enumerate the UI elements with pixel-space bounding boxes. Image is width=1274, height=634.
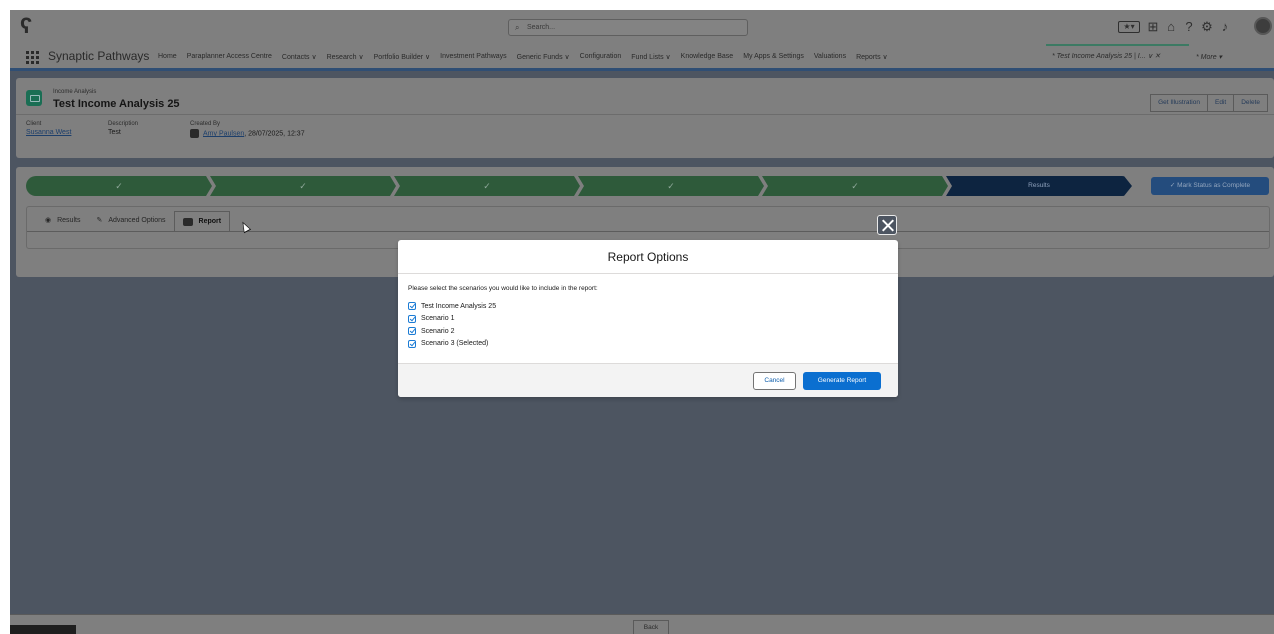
modal-prompt: Please select the scenarios you would li… <box>408 285 598 292</box>
nav-item-valuations[interactable]: Valuations <box>814 53 846 61</box>
nav-item-my-apps[interactable]: My Apps & Settings <box>743 53 804 61</box>
mark-status-complete-button[interactable]: ✓ Mark Status as Complete <box>1151 177 1269 195</box>
created-by-field: Created By Amy Paulsen, 28/07/2025, 12:3… <box>190 121 305 138</box>
trailhead-icon[interactable]: ⌂ <box>1162 18 1180 36</box>
close-icon[interactable] <box>877 215 897 235</box>
scenario-option[interactable]: Scenario 2 <box>408 325 888 338</box>
nav-item-investment-pathways[interactable]: Investment Pathways <box>440 53 507 61</box>
path-step-3[interactable]: ✓ <box>394 176 580 196</box>
delete-button[interactable]: Delete <box>1233 94 1268 112</box>
description-field: Description Test <box>108 121 138 136</box>
tab-advanced-options-label: Advanced Options <box>108 217 166 224</box>
description-value: Test <box>108 129 121 136</box>
nav-item-home[interactable]: Home <box>158 53 177 61</box>
status-path: ✓ ✓ ✓ ✓ ✓ Results <box>26 176 1132 196</box>
created-by-user-link[interactable]: Amy Paulsen <box>203 130 244 137</box>
global-header: ʕ ⌕ Search... ★▾ ⊞ ⌂ ? ⚙ ♪ <box>10 10 1274 44</box>
path-step-2[interactable]: ✓ <box>210 176 396 196</box>
app-launcher-icon[interactable] <box>26 51 39 64</box>
checkbox-checked[interactable] <box>408 327 416 336</box>
created-by-date: , 28/07/2025, 12:37 <box>244 130 305 138</box>
setup-gear-icon[interactable]: ⚙ <box>1198 18 1216 36</box>
app-name: Synaptic Pathways <box>48 49 150 63</box>
modal-footer: Cancel Generate Report <box>398 363 898 397</box>
generate-report-button[interactable]: Generate Report <box>803 372 881 390</box>
eye-icon: ◉ <box>45 217 52 224</box>
nav-item-portfolio-builder[interactable]: Portfolio Builder ∨ <box>374 53 430 61</box>
tab-bar: ◉ Results ✎ Advanced Options Report <box>37 211 231 231</box>
cancel-button[interactable]: Cancel <box>753 372 796 390</box>
nav-item-paraplanner[interactable]: Paraplanner Access Centre <box>187 53 272 61</box>
tab-test-income-analysis[interactable]: * Test Income Analysis 25 | I... ∨ ✕ <box>1046 44 1189 69</box>
nav-item-reports[interactable]: Reports ∨ <box>856 53 888 61</box>
nav-items: Home Paraplanner Access Centre Contacts … <box>158 53 898 61</box>
path-step-results[interactable]: Results <box>946 176 1132 196</box>
modal-body: Please select the scenarios you would li… <box>398 274 898 363</box>
income-analysis-icon <box>26 90 42 106</box>
help-icon[interactable]: ? <box>1180 18 1198 36</box>
notifications-bell-icon[interactable]: ♪ <box>1216 18 1234 36</box>
nav-item-knowledge-base[interactable]: Knowledge Base <box>681 53 734 61</box>
scenario-label: Scenario 3 (Selected) <box>421 340 489 348</box>
client-field: Client Susanna West <box>26 121 71 136</box>
client-link[interactable]: Susanna West <box>26 129 71 136</box>
checkbox-checked[interactable] <box>408 314 416 323</box>
search-placeholder: Search... <box>527 24 556 31</box>
edit-button[interactable]: Edit <box>1207 94 1235 112</box>
modal-title: Report Options <box>398 240 898 274</box>
report-icon <box>182 217 193 226</box>
record-title: Test Income Analysis 25 <box>53 98 180 110</box>
record-header: Income Analysis Test Income Analysis 25 … <box>16 78 1274 158</box>
report-options-modal: Report Options Please select the scenari… <box>398 240 898 397</box>
get-illustration-button[interactable]: Get Illustration <box>1150 94 1208 112</box>
record-type: Income Analysis <box>53 89 97 95</box>
user-avatar-icon <box>190 129 199 138</box>
back-button[interactable]: Back <box>633 620 669 634</box>
nav-more-menu[interactable]: * More ▾ <box>1196 53 1222 61</box>
path-step-5[interactable]: ✓ <box>762 176 948 196</box>
global-search-input[interactable]: ⌕ Search... <box>508 19 748 36</box>
nav-item-research[interactable]: Research ∨ <box>327 53 364 61</box>
user-avatar[interactable] <box>1254 17 1272 35</box>
scenario-label: Scenario 1 <box>421 315 455 323</box>
search-icon: ⌕ <box>515 23 520 32</box>
app-logo[interactable]: ʕ <box>20 15 34 39</box>
client-label: Client <box>26 121 42 127</box>
scenario-option[interactable]: Test Income Analysis 25 <box>408 300 888 313</box>
tab-report[interactable]: Report <box>173 211 231 231</box>
divider <box>16 114 1274 115</box>
scenario-option[interactable]: Scenario 3 (Selected) <box>408 338 888 351</box>
scenario-label: Test Income Analysis 25 <box>421 302 497 310</box>
description-label: Description <box>108 121 139 127</box>
pencil-icon: ✎ <box>96 217 103 224</box>
nav-item-generic-funds[interactable]: Generic Funds ∨ <box>517 53 570 61</box>
tab-advanced-options[interactable]: ✎ Advanced Options <box>88 211 173 231</box>
record-actions: Get Illustration Edit Delete <box>1150 94 1268 112</box>
tab-results-label: Results <box>57 217 81 224</box>
status-pill <box>10 625 76 634</box>
path-step-1[interactable]: ✓ <box>26 176 212 196</box>
tab-report-label: Report <box>198 217 222 225</box>
tab-results[interactable]: ◉ Results <box>37 211 88 231</box>
nav-item-configuration[interactable]: Configuration <box>580 53 622 61</box>
app-navigation-bar: Synaptic Pathways Home Paraplanner Acces… <box>10 44 1274 71</box>
nav-item-fund-lists[interactable]: Fund Lists ∨ <box>631 53 670 61</box>
path-step-4[interactable]: ✓ <box>578 176 764 196</box>
scenario-option[interactable]: Scenario 1 <box>408 313 888 326</box>
checkbox-checked[interactable] <box>408 302 416 311</box>
checkbox-checked[interactable] <box>408 339 416 348</box>
nav-item-contacts[interactable]: Contacts ∨ <box>282 53 317 61</box>
tab-underline <box>27 231 1269 232</box>
created-by-label: Created By <box>190 121 221 127</box>
footer-bar: Back <box>10 614 1274 634</box>
favorites-icon[interactable]: ★▾ <box>1118 21 1140 33</box>
scenario-label: Scenario 2 <box>421 327 455 335</box>
add-icon[interactable]: ⊞ <box>1144 18 1162 36</box>
